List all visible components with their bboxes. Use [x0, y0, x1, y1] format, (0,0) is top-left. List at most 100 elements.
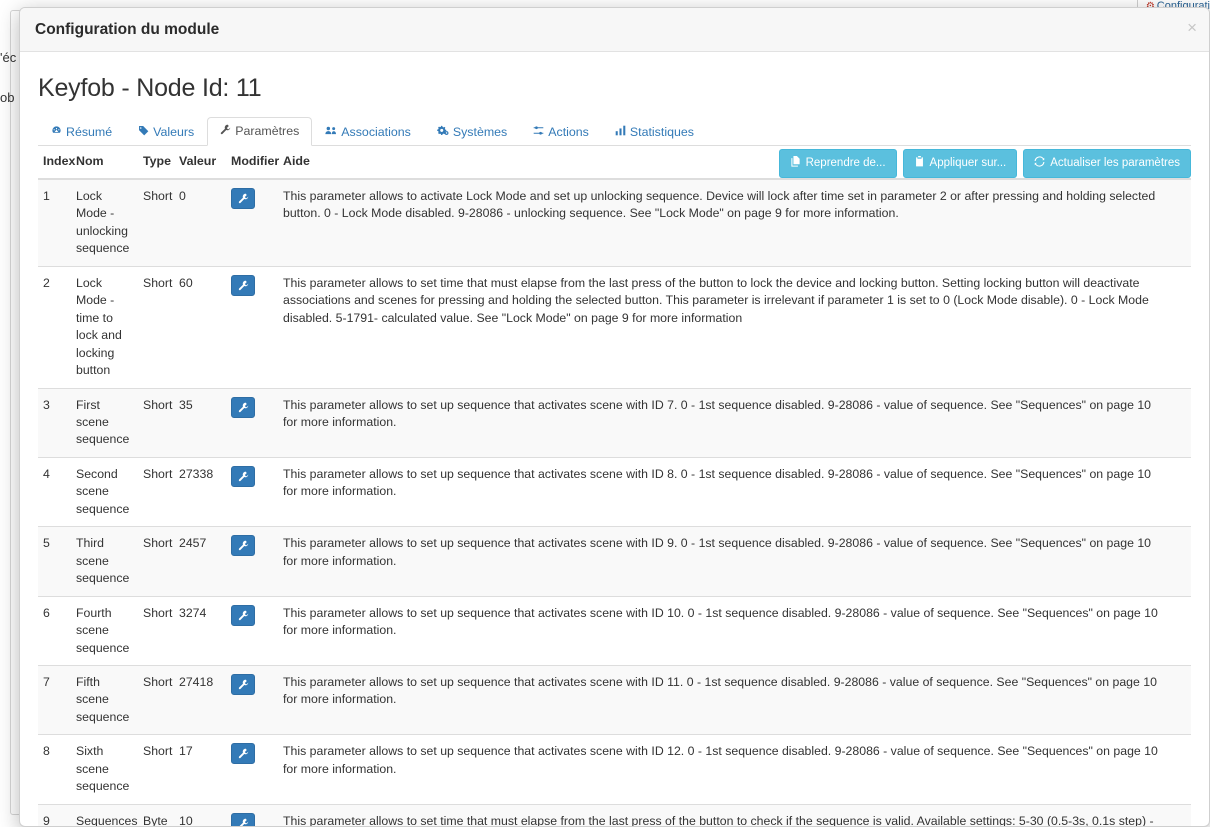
cell-index: 4: [38, 457, 71, 526]
module-configuration-modal: Configuration du module × Keyfob - Node …: [19, 7, 1210, 827]
copy-from-button[interactable]: Reprendre de...: [779, 149, 897, 178]
cell-index: 1: [38, 179, 71, 266]
cell-type: Short: [138, 735, 174, 804]
wrench-icon: [220, 124, 231, 138]
table-row: 8Sixth scene sequenceShort17This paramet…: [38, 735, 1191, 804]
cell-valeur: 0: [174, 179, 226, 266]
wrench-icon: [238, 748, 249, 759]
cell-modifier: [226, 735, 278, 804]
tab-statistiques[interactable]: Statistiques: [602, 118, 707, 146]
cell-modifier: [226, 388, 278, 457]
tab-label: Statistiques: [630, 126, 694, 138]
cell-valeur: 35: [174, 388, 226, 457]
edit-parameter-button[interactable]: [231, 674, 255, 695]
tab-resume[interactable]: Résumé: [38, 118, 125, 146]
cell-aide: This parameter allows to set up sequence…: [278, 527, 1191, 596]
cell-type: Short: [138, 266, 174, 388]
users-icon: [325, 125, 337, 139]
cell-nom: Lock Mode - time to lock and locking but…: [71, 266, 138, 388]
cell-index: 3: [38, 388, 71, 457]
wrench-icon: [238, 818, 249, 826]
paste-icon: [914, 156, 925, 171]
column-header-index: Index: [38, 146, 71, 179]
cell-valeur: 27418: [174, 665, 226, 734]
sliders-icon: [533, 125, 544, 139]
edit-parameter-button[interactable]: [231, 188, 255, 209]
button-label: Actualiser les paramètres: [1050, 157, 1180, 171]
cell-nom: Lock Mode - unlocking sequence: [71, 179, 138, 266]
cell-modifier: [226, 596, 278, 665]
edit-parameter-button[interactable]: [231, 397, 255, 418]
cell-type: Short: [138, 388, 174, 457]
wrench-icon: [238, 280, 249, 291]
close-icon[interactable]: ×: [1187, 19, 1197, 36]
table-row: 4Second scene sequenceShort27338This par…: [38, 457, 1191, 526]
cell-nom: First scene sequence: [71, 388, 138, 457]
cell-modifier: [226, 665, 278, 734]
cell-index: 6: [38, 596, 71, 665]
refresh-icon: [1034, 156, 1045, 171]
button-label: Reprendre de...: [806, 157, 886, 171]
cell-index: 8: [38, 735, 71, 804]
tag-icon: [138, 125, 149, 139]
wrench-icon: [238, 679, 249, 690]
cell-aide: This parameter allows to set up sequence…: [278, 596, 1191, 665]
wrench-icon: [238, 540, 249, 551]
bar-chart-icon: [615, 125, 626, 139]
cell-aide: This parameter allows to activate Lock M…: [278, 179, 1191, 266]
edit-parameter-button[interactable]: [231, 466, 255, 487]
cell-nom: Sixth scene sequence: [71, 735, 138, 804]
cell-type: Short: [138, 527, 174, 596]
tab-associations[interactable]: Associations: [312, 118, 424, 146]
edit-parameter-button[interactable]: [231, 535, 255, 556]
button-label: Appliquer sur...: [930, 157, 1007, 171]
cell-type: Short: [138, 596, 174, 665]
column-header-valeur: Valeur: [174, 146, 226, 179]
cell-valeur: 17: [174, 735, 226, 804]
table-body: 1Lock Mode - unlocking sequenceShort0Thi…: [38, 179, 1191, 826]
cell-modifier: [226, 179, 278, 266]
cell-nom: Fourth scene sequence: [71, 596, 138, 665]
edit-parameter-button[interactable]: [231, 743, 255, 764]
tab-parametres[interactable]: Paramètres: [207, 117, 312, 146]
edit-parameter-button[interactable]: [231, 813, 255, 826]
cell-aide: This parameter allows to set time that m…: [278, 266, 1191, 388]
cell-nom: Fifth scene sequence: [71, 665, 138, 734]
cell-valeur: 60: [174, 266, 226, 388]
modal-title: Configuration du module: [35, 21, 219, 39]
table-row: 1Lock Mode - unlocking sequenceShort0Thi…: [38, 179, 1191, 266]
dashboard-icon: [51, 125, 62, 139]
cell-index: 7: [38, 665, 71, 734]
cell-valeur: 27338: [174, 457, 226, 526]
edit-parameter-button[interactable]: [231, 275, 255, 296]
table-row: 3First scene sequenceShort35 This paramet…: [38, 388, 1191, 457]
cell-nom: Third scene sequence: [71, 527, 138, 596]
cell-modifier: [226, 457, 278, 526]
cell-valeur: 3274: [174, 596, 226, 665]
edit-parameter-button[interactable]: [231, 605, 255, 626]
tab-actions[interactable]: Actions: [520, 118, 602, 146]
apply-to-button[interactable]: Appliquer sur...: [903, 149, 1018, 178]
refresh-parameters-button[interactable]: Actualiser les paramètres: [1023, 149, 1191, 178]
cell-index: 2: [38, 266, 71, 388]
parameters-table: Index Nom Type Valeur Modifier Aide 1Loc…: [38, 146, 1191, 826]
table-row: 5Third scene sequenceShort2457 This param…: [38, 527, 1191, 596]
cell-index: 5: [38, 527, 71, 596]
tab-systemes[interactable]: Systèmes: [424, 118, 520, 146]
cell-modifier: [226, 266, 278, 388]
tab-valeurs[interactable]: Valeurs: [125, 118, 207, 146]
wrench-icon: [238, 471, 249, 482]
column-header-nom: Nom: [71, 146, 138, 179]
cell-aide: This parameter allows to set up sequence…: [278, 388, 1191, 457]
tab-label: Paramètres: [235, 125, 299, 137]
table-row: 7Fifth scene sequenceShort27418This para…: [38, 665, 1191, 734]
page-title: Keyfob - Node Id: 11: [38, 74, 1191, 103]
cell-valeur: 2457: [174, 527, 226, 596]
tab-label: Systèmes: [453, 126, 507, 138]
tab-label: Résumé: [66, 126, 112, 138]
copy-icon: [790, 156, 801, 171]
modal-header: Configuration du module ×: [20, 8, 1209, 52]
table-row: 6Fourth scene sequenceShort3274 This para…: [38, 596, 1191, 665]
cell-nom: Second scene sequence: [71, 457, 138, 526]
parameters-toolbar: Reprendre de... Appliquer sur... Actuali…: [779, 149, 1191, 178]
